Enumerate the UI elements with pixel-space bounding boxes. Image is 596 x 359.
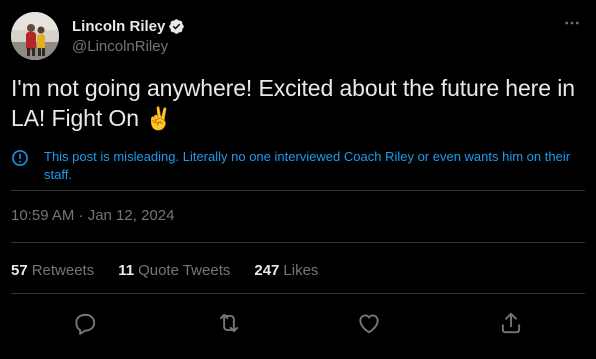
tweet-header: Lincoln Riley @LincolnRiley — [11, 12, 585, 62]
tweet-stats: 57 Retweets 11 Quote Tweets 247 Likes — [11, 262, 342, 279]
quote-tweets-stat[interactable]: 11 Quote Tweets — [118, 262, 230, 279]
quote-tweets-label: Quote Tweets — [138, 262, 231, 279]
display-name-row: Lincoln Riley — [72, 16, 185, 36]
tweet-text: I'm not going anywhere! Excited about th… — [11, 73, 591, 134]
divider — [11, 242, 585, 243]
quote-tweets-count: 11 — [118, 262, 135, 279]
timestamp[interactable]: 10:59 AM · Jan 12, 2024 — [11, 207, 174, 224]
verified-badge-icon — [169, 18, 185, 34]
divider — [11, 293, 585, 294]
notice-text[interactable]: This post is misleading. Literally no on… — [44, 148, 592, 184]
likes-stat[interactable]: 247 Likes — [254, 262, 318, 279]
likes-label: Likes — [283, 262, 319, 279]
info-icon — [12, 150, 28, 166]
action-bar — [0, 310, 596, 336]
avatar[interactable] — [11, 12, 59, 60]
avatar-image — [11, 12, 59, 60]
author-names: Lincoln Riley @LincolnRiley — [72, 16, 185, 55]
tweet-text-content: I'm not going anywhere! Excited about th… — [11, 75, 575, 131]
retweets-count: 57 — [11, 262, 28, 279]
misleading-notice[interactable]: This post is misleading. Literally no on… — [11, 146, 585, 190]
heart-icon[interactable] — [356, 310, 382, 336]
likes-count: 247 — [254, 262, 280, 279]
tweet-card: Lincoln Riley @LincolnRiley I'm not goin… — [0, 0, 596, 359]
retweets-stat[interactable]: 57 Retweets — [11, 262, 94, 279]
share-icon[interactable] — [498, 310, 524, 336]
display-name[interactable]: Lincoln Riley — [72, 18, 165, 35]
victory-hand-emoji: ✌️ — [145, 106, 173, 131]
more-dots-icon[interactable] — [563, 14, 581, 32]
retweets-label: Retweets — [31, 262, 95, 279]
reply-icon[interactable] — [72, 310, 98, 336]
handle[interactable]: @LincolnRiley — [72, 38, 185, 55]
divider — [11, 190, 585, 191]
retweet-icon[interactable] — [216, 310, 242, 336]
